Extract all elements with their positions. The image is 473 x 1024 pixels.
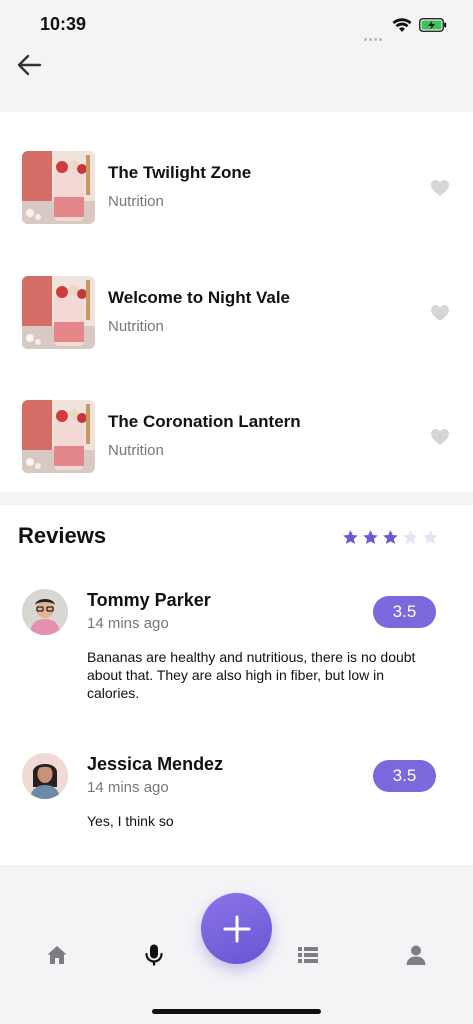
item-category: Nutrition	[108, 442, 164, 459]
heart-icon[interactable]	[430, 428, 450, 446]
star-icon	[423, 530, 438, 544]
list-item[interactable]: The Twilight Zone Nutrition	[0, 151, 473, 231]
avatar	[22, 589, 68, 635]
item-category: Nutrition	[108, 318, 164, 335]
status-bar: 10:39	[0, 0, 473, 50]
reviewer-name: Tommy Parker	[87, 590, 211, 610]
list-item[interactable]: Welcome to Night Vale Nutrition	[0, 276, 473, 356]
review-text: Bananas are healthy and nutritious, ther…	[87, 649, 416, 701]
score-badge: 3.5	[373, 760, 436, 792]
cellular-signal-icon	[364, 26, 384, 45]
item-title: Welcome to Night Vale	[108, 288, 291, 307]
add-button[interactable]	[201, 893, 272, 964]
profile-icon[interactable]	[404, 943, 428, 967]
review-text: Yes, I think so	[87, 813, 174, 829]
star-icon	[363, 530, 378, 544]
avatar	[22, 753, 68, 799]
content-list: The Twilight Zone Nutrition Welcome to N…	[0, 112, 473, 492]
star-icon	[343, 530, 358, 544]
review-time: 14 mins ago	[87, 779, 169, 796]
back-arrow-icon[interactable]	[16, 52, 44, 78]
reviewer-name: Jessica Mendez	[87, 754, 224, 774]
rating-stars	[342, 529, 439, 546]
status-time: 10:39	[40, 14, 87, 34]
item-thumbnail	[22, 276, 95, 349]
list-icon[interactable]	[296, 943, 320, 967]
battery-charging-icon	[419, 18, 447, 32]
item-title: The Coronation Lantern	[108, 412, 301, 431]
heart-icon[interactable]	[430, 179, 450, 197]
wifi-icon	[392, 18, 412, 32]
heart-icon[interactable]	[430, 304, 450, 322]
item-thumbnail	[22, 400, 95, 473]
star-icon	[403, 530, 418, 544]
plus-icon	[223, 915, 250, 942]
reviews-title: Reviews	[18, 523, 107, 548]
microphone-icon[interactable]	[142, 943, 166, 967]
home-indicator	[152, 1009, 321, 1014]
home-icon[interactable]	[45, 943, 69, 967]
star-icon	[383, 530, 398, 544]
item-category: Nutrition	[108, 193, 164, 210]
review-time: 14 mins ago	[87, 615, 169, 632]
list-item[interactable]: The Coronation Lantern Nutrition	[0, 400, 473, 480]
reviews-section: Reviews Tommy Parker 14 mins ago 3.5 Ban…	[0, 505, 473, 865]
item-thumbnail	[22, 151, 95, 224]
item-title: The Twilight Zone	[108, 163, 252, 182]
score-badge: 3.5	[373, 596, 436, 628]
